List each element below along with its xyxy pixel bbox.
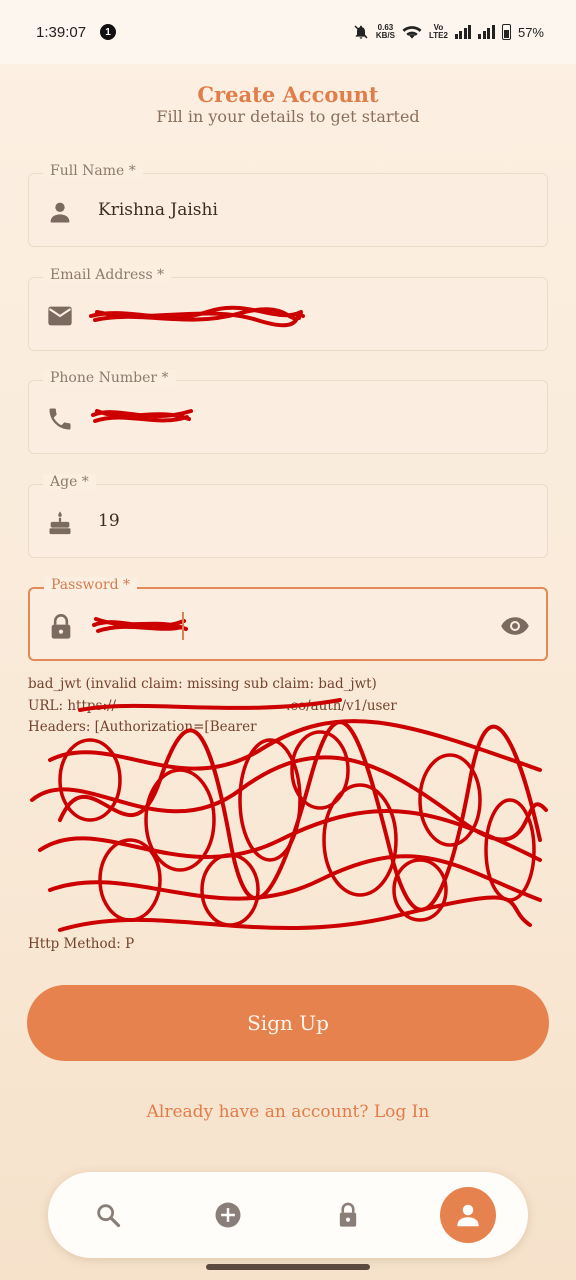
login-link[interactable]: Already have an account? Log In <box>0 1102 576 1122</box>
battery-percent: 57% <box>517 24 544 40</box>
volte-indicator: Vo LTE2 <box>429 23 448 40</box>
phone-redaction <box>91 409 193 423</box>
nav-account[interactable] <box>440 1187 496 1243</box>
full-name-label: Full Name * <box>43 163 143 179</box>
search-icon <box>97 1204 121 1228</box>
error-redaction <box>30 698 548 932</box>
age-label: Age * <box>43 474 96 490</box>
nav-lock[interactable] <box>320 1187 376 1243</box>
eye-icon[interactable] <box>500 611 530 641</box>
battery-icon <box>501 24 511 40</box>
bottom-nav <box>48 1172 528 1258</box>
signal-sim1-icon <box>454 25 472 39</box>
password-field[interactable]: Password * <box>28 577 548 661</box>
account-icon <box>457 1204 479 1227</box>
wifi-icon <box>402 26 422 39</box>
add-circle-icon <box>215 1202 241 1228</box>
age-field[interactable]: Age * 19 <box>28 474 548 558</box>
person-icon <box>46 198 74 226</box>
notification-badge: 1 <box>100 24 117 40</box>
email-label: Email Address * <box>43 267 172 283</box>
phone-label: Phone Number * <box>43 370 176 386</box>
signup-button[interactable]: Sign Up <box>27 985 549 1061</box>
status-time: 1:39:07 <box>36 23 87 41</box>
nav-add[interactable] <box>200 1187 256 1243</box>
full-name-input[interactable]: Krishna Jaishi <box>98 200 218 220</box>
signal-sim2-icon <box>478 25 495 39</box>
full-name-field[interactable]: Full Name * Krishna Jaishi <box>28 163 548 247</box>
text-caret <box>182 612 184 640</box>
phone-field[interactable]: Phone Number * <box>28 370 548 454</box>
home-indicator <box>206 1264 370 1270</box>
lock-icon <box>339 1202 357 1227</box>
cake-icon <box>46 509 74 537</box>
email-redaction <box>89 305 305 328</box>
bell-muted-icon <box>354 25 368 39</box>
lock-icon <box>47 613 75 641</box>
age-input[interactable]: 19 <box>98 511 120 531</box>
mail-icon <box>46 302 74 330</box>
nav-search[interactable] <box>80 1187 136 1243</box>
email-field[interactable]: Email Address * <box>28 267 548 351</box>
page-title: Create Account <box>197 82 379 107</box>
page-subtitle: Fill in your details to get started <box>156 107 420 126</box>
password-label: Password * <box>44 577 138 593</box>
status-bar: 1:39:07 1 0.63 KB/S Vo LTE2 57% <box>0 0 576 64</box>
phone-icon <box>46 405 74 433</box>
network-speed: 0.63 KB/S <box>375 23 395 40</box>
